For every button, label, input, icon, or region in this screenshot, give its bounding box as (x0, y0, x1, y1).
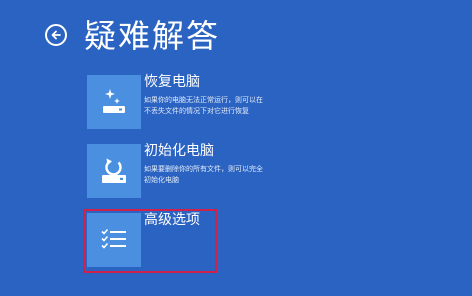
back-arrow-icon (51, 30, 61, 40)
option-description: 如果你的电脑无法正常运行，则可以在不丢失文件的情况下对它进行恢复 (144, 96, 263, 115)
reset-pc-option[interactable]: 初始化电脑 如果要删除你的所有文件，则可以完全初始化电脑 (84, 143, 424, 204)
page-title: 疑难解答 (84, 17, 221, 55)
back-button[interactable] (45, 24, 67, 46)
refresh-pc-option[interactable]: 恢复电脑 如果你的电脑无法正常运行，则可以在不丢失文件的情况下对它进行恢复 (84, 74, 424, 135)
option-description: 如果要删除你的所有文件，则可以完全初始化电脑 (144, 165, 263, 184)
option-title: 初始化电脑 (144, 143, 214, 159)
reset-pc-tile (87, 144, 141, 198)
refresh-pc-tile (87, 75, 141, 129)
highlight-frame (83, 209, 217, 273)
sparkle-drive-icon (103, 89, 125, 113)
refresh-drive-icon (102, 158, 126, 183)
option-title: 恢复电脑 (144, 74, 200, 90)
